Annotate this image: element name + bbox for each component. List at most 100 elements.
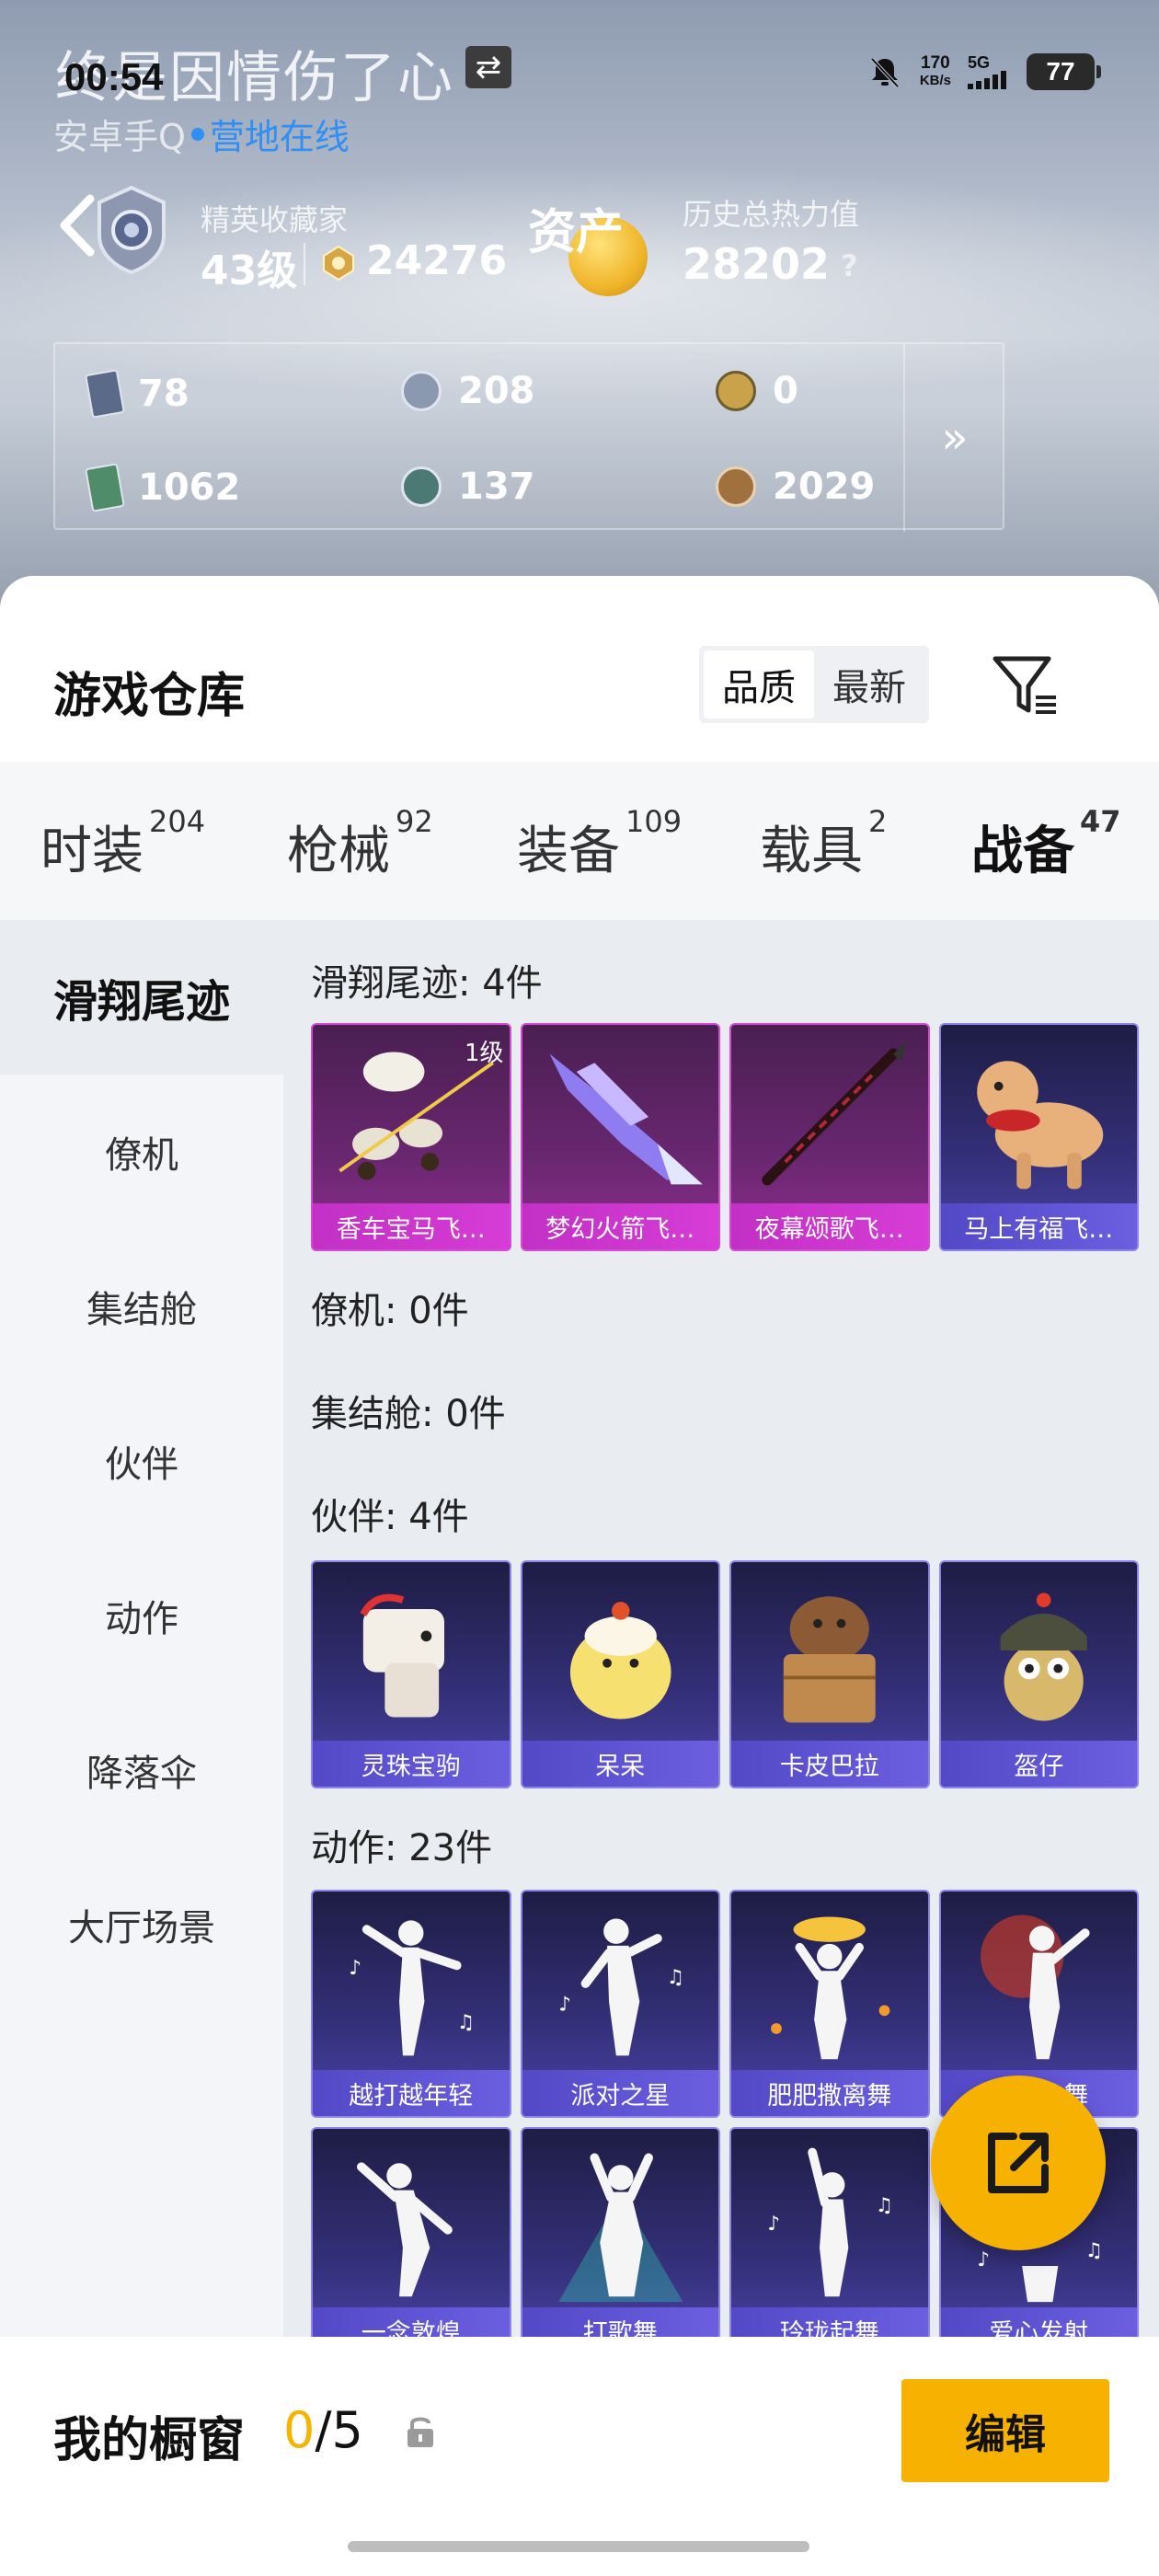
dance-figure-icon: ♪ ♫ bbox=[767, 2147, 893, 2297]
sort-toggle: 品质 最新 bbox=[699, 646, 929, 723]
edit-showcase-button[interactable]: 编辑 bbox=[901, 2379, 1109, 2482]
sidebar-item-partner[interactable]: 伙伴 bbox=[0, 1384, 283, 1538]
token-icon bbox=[401, 466, 442, 507]
showcase-label: 我的橱窗 bbox=[53, 2413, 246, 2468]
item-card[interactable]: ♪ ♫ 越打越年轻 bbox=[311, 1890, 511, 2118]
signal-bars-icon bbox=[968, 71, 1006, 89]
filter-icon[interactable] bbox=[990, 650, 1060, 719]
warehouse-sheet: 游戏仓库 品质 最新 时装 204 枪械 92 装备 109 载具 2 战备 47 滑翔尾… bbox=[0, 576, 1159, 2576]
asset-label[interactable]: 资产 bbox=[528, 193, 624, 262]
white-horse-partner-icon bbox=[360, 1593, 444, 1718]
battery-indicator: 77 bbox=[1027, 53, 1101, 90]
subcategory-sidebar: 滑翔尾迹 僚机 集结舱 伙伴 动作 降落伞 大厅场景 bbox=[0, 920, 283, 2576]
level-badge: 1级 bbox=[464, 1040, 504, 1067]
stat-item: 1062 bbox=[85, 463, 240, 512]
player-level: 43级 bbox=[201, 247, 298, 294]
sidebar-item-wingman[interactable]: 僚机 bbox=[0, 1075, 283, 1229]
share-external-icon bbox=[988, 2133, 1049, 2193]
sidebar-item-lobby-scene[interactable]: 大厅场景 bbox=[0, 1847, 283, 2002]
capybara-partner-icon bbox=[783, 1596, 876, 1723]
platform-line: 安卓手Q 营地在线 bbox=[53, 109, 350, 159]
card-icon bbox=[85, 369, 125, 419]
expand-stats-button[interactable]: » bbox=[903, 344, 1004, 532]
double-chevron-right-icon: » bbox=[941, 412, 969, 464]
section-title-partner: 伙伴: 4件 bbox=[311, 1496, 469, 1538]
item-list: 滑翔尾迹: 4件 1级 香车宝马飞… 梦幻火箭飞… 夜幕颂歌飞… 马上有福飞… … bbox=[283, 920, 1159, 2576]
partner-grid: 灵珠宝驹 呆呆 卡皮巴拉 盔仔 bbox=[311, 1560, 1139, 1788]
item-label: 马上有福飞… bbox=[940, 1203, 1137, 1249]
lock-icon bbox=[407, 2417, 433, 2447]
item-card[interactable]: 灵珠宝驹 bbox=[311, 1560, 511, 1788]
tab-preparation[interactable]: 战备 47 bbox=[971, 804, 1121, 884]
stat-item: 2029 bbox=[716, 466, 875, 508]
dance-figure-icon bbox=[557, 2153, 683, 2303]
heat-label: 历史总热力值 bbox=[683, 197, 860, 232]
section-title-glide: 滑翔尾迹: 4件 bbox=[311, 962, 543, 1005]
status-time: 00:54 bbox=[64, 55, 164, 98]
heat-value: 28202 bbox=[683, 239, 831, 289]
sort-newest-button[interactable]: 最新 bbox=[814, 650, 924, 719]
stat-item: 78 bbox=[85, 369, 189, 419]
mute-bell-icon bbox=[870, 57, 900, 88]
item-card[interactable]: ♪ ♫ 派对之星 bbox=[520, 1890, 720, 2118]
night-lance-glide-icon bbox=[762, 1039, 908, 1186]
green-card-icon bbox=[85, 463, 125, 512]
currency-stats-panel: 78 208 0 1062 137 2029 » bbox=[53, 342, 1004, 532]
fortune-horse-glide-icon bbox=[976, 1061, 1103, 1190]
svg-text:♫: ♫ bbox=[457, 2011, 475, 2034]
online-status: 营地在线 bbox=[209, 117, 350, 157]
item-card[interactable]: 马上有福飞… bbox=[938, 1023, 1139, 1251]
stat-item: 208 bbox=[401, 370, 535, 412]
dance-figure-icon: ♪ ♫ bbox=[558, 1918, 684, 2056]
item-card[interactable]: 盔仔 bbox=[938, 1560, 1139, 1788]
item-card[interactable]: 呆呆 bbox=[520, 1560, 720, 1788]
glide-grid: 1级 香车宝马飞… 梦幻火箭飞… 夜幕颂歌飞… 马上有福飞… bbox=[311, 1023, 1139, 1251]
help-icon[interactable]: ? bbox=[841, 248, 858, 283]
svg-text:♫: ♫ bbox=[666, 1966, 683, 1989]
item-card[interactable]: 打歌舞 bbox=[520, 2127, 720, 2355]
item-card[interactable]: 卡皮巴拉 bbox=[729, 1560, 930, 1788]
item-label: 香车宝马飞… bbox=[313, 1203, 510, 1249]
tab-weapons[interactable]: 枪械 92 bbox=[287, 804, 433, 884]
showcase-bar: 我的橱窗 0/5 编辑 bbox=[0, 2337, 1159, 2576]
warehouse-title: 游戏仓库 bbox=[53, 669, 246, 724]
item-label: 卡皮巴拉 bbox=[731, 1741, 928, 1787]
section-title-emote: 动作: 23件 bbox=[311, 1827, 493, 1869]
section-title-wingman: 僚机: 0件 bbox=[311, 1290, 469, 1332]
profile-header: 00:54 170 KB/s 5G 77 终是因情伤了心 ⇄ 安卓手Q 营地在线… bbox=[0, 0, 1159, 607]
item-card[interactable]: 梦幻火箭飞… bbox=[520, 1023, 720, 1251]
sort-quality-button[interactable]: 品质 bbox=[704, 650, 814, 719]
back-arrow-icon[interactable] bbox=[52, 184, 107, 267]
item-label: 派对之星 bbox=[522, 2070, 718, 2116]
sidebar-item-glide-trail[interactable]: 滑翔尾迹 bbox=[0, 920, 283, 1075]
svg-text:♪: ♪ bbox=[349, 1957, 361, 1980]
item-card[interactable]: ♪ ♫ 玲珑起舞 bbox=[729, 2127, 930, 2355]
item-label: 呆呆 bbox=[522, 1741, 718, 1787]
stat-item: 0 bbox=[716, 370, 798, 412]
sidebar-item-rally-pod[interactable]: 集结舱 bbox=[0, 1229, 283, 1384]
tab-equipment[interactable]: 装备 109 bbox=[517, 804, 682, 884]
item-card[interactable]: 肥肥撒离舞 bbox=[729, 1890, 930, 2118]
online-dot-icon bbox=[190, 127, 204, 141]
item-card[interactable]: 一念敦煌 bbox=[311, 2127, 511, 2355]
tab-vehicles[interactable]: 载具 2 bbox=[760, 804, 887, 884]
dance-figure-icon bbox=[771, 1916, 890, 2060]
rank-points-icon bbox=[323, 245, 354, 282]
svg-text:♪: ♪ bbox=[977, 2248, 990, 2271]
category-tabs: 时装 204 枪械 92 装备 109 载具 2 战备 47 bbox=[0, 762, 1159, 920]
item-card[interactable]: 1级 香车宝马飞… bbox=[311, 1023, 511, 1251]
share-button[interactable] bbox=[931, 2076, 1106, 2250]
tab-fashion[interactable]: 时装 204 bbox=[40, 804, 205, 884]
dance-figure-icon: ♪ ♫ bbox=[349, 1920, 475, 2056]
svg-text:♫: ♫ bbox=[1084, 2239, 1102, 2262]
item-label: 梦幻火箭飞… bbox=[522, 1203, 718, 1249]
bronze-coin-icon bbox=[716, 466, 756, 507]
sidebar-item-parachute[interactable]: 降落伞 bbox=[0, 1693, 283, 1847]
stat-item: 137 bbox=[401, 466, 535, 508]
divider bbox=[304, 243, 305, 285]
item-card[interactable]: 夜幕颂歌飞… bbox=[729, 1023, 930, 1251]
dance-figure-icon bbox=[980, 1915, 1090, 2060]
sidebar-item-emote[interactable]: 动作 bbox=[0, 1538, 283, 1693]
home-indicator[interactable] bbox=[348, 2541, 809, 2552]
status-bar: 00:54 170 KB/s 5G 77 bbox=[0, 46, 1159, 110]
